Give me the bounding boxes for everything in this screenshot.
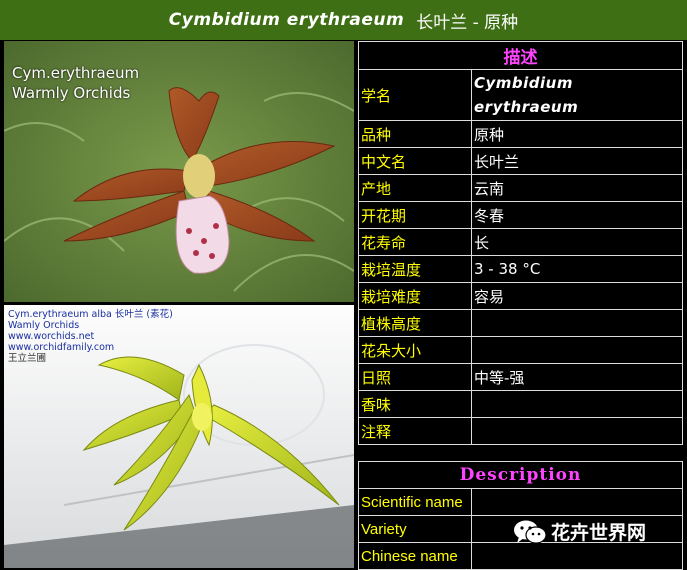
table-en-header: Description: [358, 461, 683, 489]
row-key: 花朵大小: [358, 336, 472, 364]
row-key: 日照: [358, 363, 472, 391]
row-key: 产地: [358, 174, 472, 202]
table-row: 栽培温度 3 - 38 °C: [358, 255, 683, 283]
table-row: 注释: [358, 417, 683, 445]
description-table-cn: 描述 学名 Cymbidium erythraeum 品种 原种 中文名 长叶兰 产…: [358, 41, 683, 445]
row-value: [471, 542, 683, 570]
photo2-caption-line1: Cym.erythraeum alba 长叶兰 (素花): [8, 309, 173, 320]
row-value: 冬春: [471, 201, 683, 229]
table-row: 产地 云南: [358, 174, 683, 202]
table-row: 花朵大小: [358, 336, 683, 364]
title-chinese: 长叶兰 - 原种: [416, 12, 519, 33]
row-value: 长叶兰: [471, 147, 683, 175]
photo1-caption-line2: Warmly Orchids: [12, 84, 131, 102]
table-row: Chinese name: [358, 542, 683, 570]
row-key: 注释: [358, 417, 472, 445]
table-cn-header-row: 描述: [358, 41, 683, 70]
table-row: 花寿命长: [358, 228, 683, 256]
table-row: 品种 原种: [358, 120, 683, 148]
row-key: 栽培温度: [358, 255, 472, 283]
row-value: 容易: [471, 282, 683, 310]
table-row: 开花期 冬春: [358, 201, 683, 229]
row-key: 中文名: [358, 147, 472, 175]
table-row: 中文名 长叶兰: [358, 147, 683, 175]
wechat-icon: [514, 520, 547, 544]
row-key: 植株高度: [358, 309, 472, 337]
photo1-caption-line1: Cym.erythraeum: [12, 64, 140, 82]
row-key: 开花期: [358, 201, 472, 229]
row-value: [471, 309, 683, 337]
table-row: 植株高度: [358, 309, 683, 337]
row-key: 栽培难度: [358, 282, 472, 310]
photo2-caption-line5: 王立兰圃: [8, 353, 47, 364]
orchid-photo-alba: Cym.erythraeum alba 长叶兰 (素花) Wamly Orchi…: [4, 305, 354, 568]
table-row: Scientific name: [358, 488, 683, 516]
row-key: 品种: [358, 120, 472, 148]
photo2-caption-line2: Wamly Orchids: [8, 320, 80, 331]
row-key: Scientific name: [358, 488, 472, 516]
row-value: 原种: [471, 120, 683, 148]
table-en-header-row: Description: [358, 461, 683, 489]
row-value: [471, 390, 683, 418]
table-row: 栽培难度 容易: [358, 282, 683, 310]
photo2-caption: Cym.erythraeum alba 长叶兰 (素花) Wamly Orchi…: [8, 309, 173, 364]
row-value: [471, 336, 683, 364]
row-key: Variety: [358, 515, 472, 543]
photo2-caption-line4: www.orchidfamily.com: [8, 342, 115, 353]
title-latin: Cymbidium erythraeum: [168, 10, 405, 30]
row-key: 花寿命: [358, 228, 472, 256]
row-value: 长: [471, 228, 683, 256]
row-key: 学名: [358, 69, 472, 121]
table-row: 学名 Cymbidium erythraeum: [358, 69, 683, 121]
row-key: Chinese name: [358, 542, 472, 570]
row-value: [471, 417, 683, 445]
row-value: 3 - 38 °C: [471, 255, 683, 283]
photo2-caption-line3: www.worchids.net: [8, 331, 95, 342]
row-key: 香味: [358, 390, 472, 418]
row-value: 云南: [471, 174, 683, 202]
watermark-text: 花卉世界网: [551, 522, 647, 544]
orchid-photo-red: Cym.erythraeum Warmly Orchids: [4, 41, 354, 302]
table-cn-header: 描述: [358, 41, 683, 70]
table-row: 香味: [358, 390, 683, 418]
row-value: 中等-强: [471, 363, 683, 391]
photo1-caption: Cym.erythraeum Warmly Orchids: [12, 63, 139, 103]
page-title: Cymbidium erythraeum 长叶兰 - 原种: [0, 0, 687, 40]
row-value: [471, 488, 683, 516]
table-row: 日照 中等-强: [358, 363, 683, 391]
description-table-en: Description Scientific name Variety Chin…: [358, 461, 683, 570]
watermark: 花卉世界网: [513, 518, 646, 545]
row-value: Cymbidium erythraeum: [471, 69, 683, 121]
